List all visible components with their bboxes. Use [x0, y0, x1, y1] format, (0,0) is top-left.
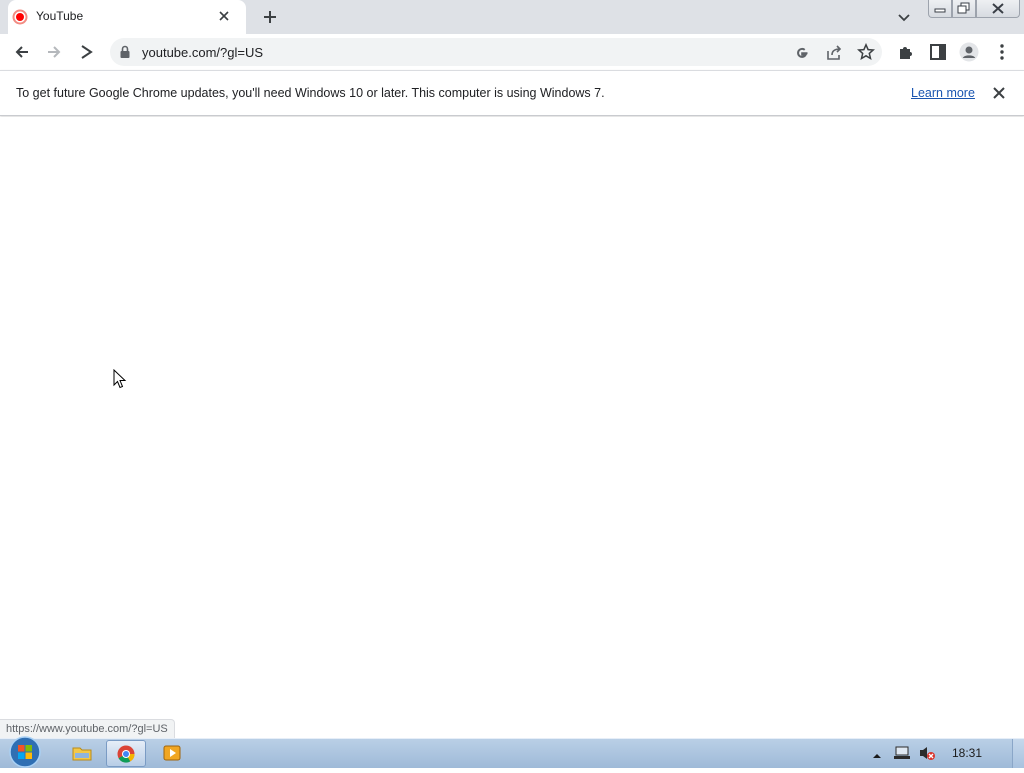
tab-title: YouTube: [36, 9, 84, 23]
window-close-button[interactable]: [976, 0, 1020, 18]
kebab-menu-icon[interactable]: [994, 43, 1010, 61]
taskbar-chrome[interactable]: [106, 740, 146, 767]
google-icon[interactable]: [794, 45, 810, 61]
url-text[interactable]: youtube.com/?gl=US: [142, 45, 263, 60]
chrome-icon: [117, 745, 135, 763]
show-desktop-button[interactable]: [1012, 739, 1024, 768]
windows-start-icon[interactable]: [6, 736, 44, 768]
loading-spinner-icon[interactable]: [76, 42, 96, 62]
side-panel-icon[interactable]: [929, 43, 947, 61]
learn-more-link[interactable]: Learn more: [911, 86, 975, 100]
media-player-icon: [163, 745, 181, 761]
page-content: [0, 117, 1024, 738]
taskbar-explorer[interactable]: [62, 740, 102, 767]
tab-close-icon[interactable]: [216, 8, 232, 24]
taskbar-media-player[interactable]: [152, 740, 192, 767]
lock-icon[interactable]: [119, 45, 131, 59]
show-hidden-icons-icon[interactable]: [872, 748, 882, 758]
arrow-right-icon[interactable]: [44, 42, 64, 62]
chevron-down-icon[interactable]: [896, 9, 912, 25]
file-explorer-icon: [72, 745, 92, 761]
network-icon[interactable]: [893, 745, 911, 761]
taskbar-clock[interactable]: 18:31: [952, 746, 982, 760]
puzzle-icon[interactable]: [897, 43, 915, 61]
infobar-message: To get future Google Chrome updates, you…: [16, 86, 605, 100]
share-icon[interactable]: [825, 44, 843, 62]
star-icon[interactable]: [856, 42, 876, 61]
window-restore-button[interactable]: [952, 0, 976, 18]
profile-icon[interactable]: [959, 42, 979, 62]
volume-muted-icon[interactable]: [918, 745, 936, 761]
plus-icon[interactable]: [260, 7, 280, 27]
youtube-loading-icon: [12, 9, 28, 25]
close-icon[interactable]: [991, 85, 1007, 101]
arrow-left-icon[interactable]: [12, 42, 32, 62]
mouse-cursor-icon: [113, 368, 127, 389]
window-minimize-button[interactable]: [928, 0, 952, 18]
